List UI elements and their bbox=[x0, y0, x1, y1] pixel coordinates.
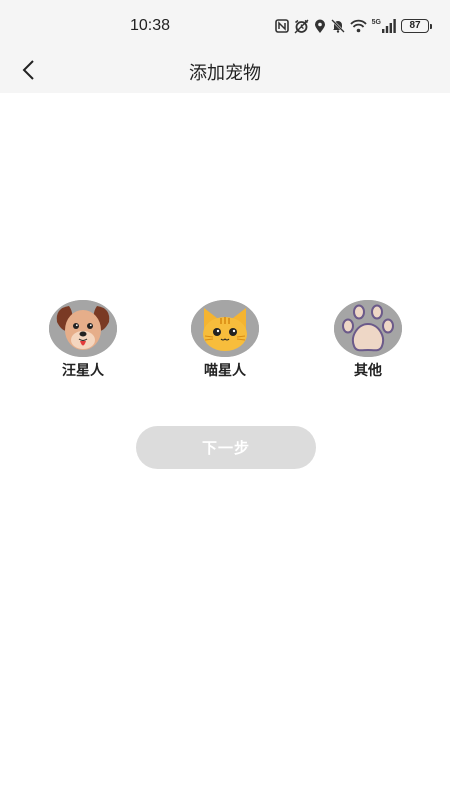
pet-option-dog[interactable]: 汪星人 bbox=[38, 300, 128, 380]
paw-icon bbox=[334, 300, 402, 357]
status-icons: 5G 87 bbox=[274, 18, 432, 34]
next-step-button[interactable]: 下一步 bbox=[136, 426, 316, 469]
pet-label-dog: 汪星人 bbox=[62, 363, 104, 379]
page-title: 添加宠物 bbox=[189, 63, 261, 84]
pet-label-cat: 喵星人 bbox=[204, 363, 246, 379]
mute-icon bbox=[330, 19, 345, 33]
status-bar: 10:38 5G 87 bbox=[0, 0, 450, 50]
battery-level: 87 bbox=[401, 19, 429, 33]
nav-bar: 添加宠物 bbox=[0, 50, 450, 93]
nfc-icon bbox=[274, 19, 289, 33]
pet-option-cat[interactable]: 喵星人 bbox=[180, 300, 270, 380]
status-time: 10:38 bbox=[130, 17, 171, 34]
location-icon bbox=[314, 19, 326, 34]
wifi-icon bbox=[349, 19, 367, 33]
dog-icon bbox=[49, 300, 117, 357]
battery-icon: 87 bbox=[401, 19, 432, 33]
alarm-icon bbox=[294, 19, 309, 34]
signal-icon: 5G bbox=[372, 19, 396, 33]
pet-option-other[interactable]: 其他 bbox=[323, 300, 413, 380]
pet-label-other: 其他 bbox=[354, 363, 382, 379]
cat-icon bbox=[191, 300, 259, 357]
